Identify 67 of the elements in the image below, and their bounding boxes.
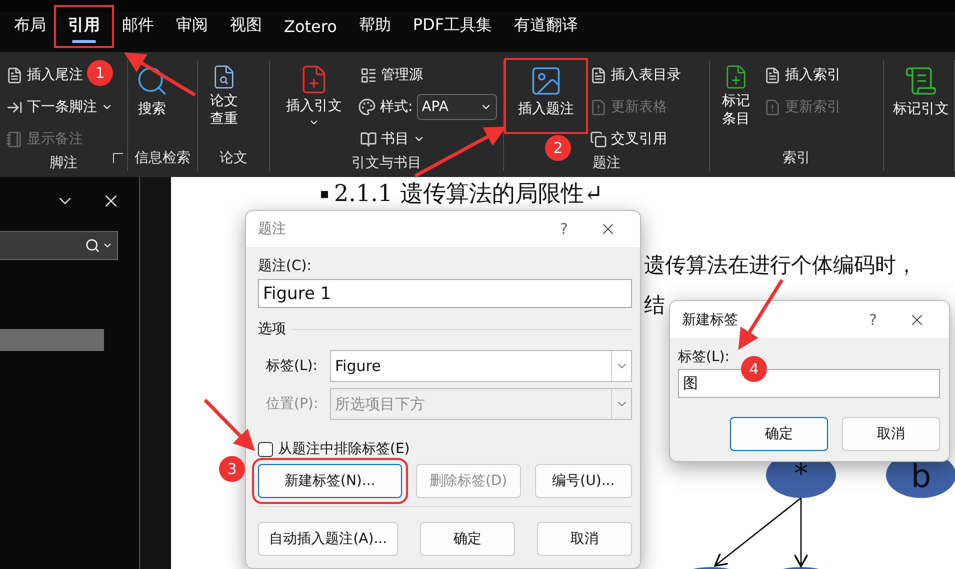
annotation-arrow xyxy=(204,398,255,451)
ribbon-button[interactable]: 插入引文 xyxy=(274,62,354,130)
search-icon xyxy=(85,238,100,253)
paragraph-line: 结 xyxy=(644,292,665,320)
ribbon-button[interactable]: 书目 xyxy=(358,124,497,154)
ribbon-button[interactable]: 搜索 xyxy=(132,62,172,130)
style-label: 样式: xyxy=(380,98,413,116)
field-label: 位置(P): xyxy=(266,395,320,413)
group-label: 题注 xyxy=(592,154,620,172)
group-label: 脚注 xyxy=(50,154,78,172)
paragraph-line: 遗传算法在进行个体编码时， xyxy=(644,252,917,280)
dialog-launcher-icon[interactable] xyxy=(113,153,123,163)
group-label: 信息检索 xyxy=(134,149,190,168)
field-label: 题注(C): xyxy=(258,257,312,275)
ribbon-button[interactable]: 标记条目 xyxy=(714,62,758,130)
field-label: 标签(L): xyxy=(266,357,318,375)
search-field[interactable] xyxy=(0,231,118,260)
dialog-button[interactable]: 取消 xyxy=(842,417,940,451)
document-icon xyxy=(590,66,607,84)
ribbon-button[interactable]: 插入表目录 xyxy=(588,60,683,90)
ribbon-button[interactable]: 标记引文 xyxy=(888,62,954,130)
help-button[interactable]: ? xyxy=(560,220,568,238)
menu-tab[interactable]: Zotero xyxy=(274,11,347,44)
dialog-button[interactable]: 编号(U)... xyxy=(534,464,632,498)
ribbon-button[interactable]: 插入题注 xyxy=(508,62,584,130)
dialog-title: 新建标签 xyxy=(682,310,738,328)
ribbon-button[interactable]: 论文查重 xyxy=(202,62,246,130)
dialog-title: 题注 xyxy=(258,220,286,238)
ribbon-button[interactable]: 插入索引 xyxy=(762,60,843,90)
bullet-icon xyxy=(321,191,328,198)
copy-icon xyxy=(590,130,607,148)
dialog-button[interactable]: 自动插入题注(A)... xyxy=(258,522,398,556)
ribbon-button[interactable]: 交叉引用 xyxy=(588,124,683,154)
menu-tab[interactable]: 有道翻译 xyxy=(504,9,588,44)
checkbox[interactable] xyxy=(258,442,273,456)
dropdown-field[interactable]: Figure xyxy=(330,350,632,382)
annotation-arrow xyxy=(738,279,784,350)
notebook-icon xyxy=(6,130,23,148)
ribbon-button[interactable]: 管理源 xyxy=(358,60,497,90)
dialog-button[interactable]: 取消 xyxy=(537,522,632,556)
document-icon xyxy=(6,66,23,84)
section-title: 选项 xyxy=(258,320,286,338)
menu-tab[interactable]: 邮件 xyxy=(112,9,164,44)
palette-icon xyxy=(358,98,376,116)
heading: 2.1.1 遗传算法的局限性↵ xyxy=(334,182,604,208)
list-icon xyxy=(360,66,377,84)
checkbox-label: 从题注中排除标签(E) xyxy=(278,440,410,458)
caption-field[interactable]: Figure 1 xyxy=(258,279,632,308)
dialog-button[interactable]: 确定 xyxy=(420,522,516,556)
annotation-arrow xyxy=(124,52,196,96)
style-select[interactable]: APA xyxy=(416,94,497,120)
field-label: 标签(L): xyxy=(678,348,730,366)
group-label: 引文与书目 xyxy=(352,154,422,172)
menu-tab[interactable]: 布局 xyxy=(4,9,56,44)
group-label: 索引 xyxy=(782,149,810,168)
help-button[interactable]: ? xyxy=(869,310,877,328)
ribbon-button[interactable]: 下一条脚注 xyxy=(4,92,115,122)
group-label: 论文 xyxy=(220,149,248,168)
menu-tab[interactable]: 审阅 xyxy=(166,9,218,44)
menu-tab[interactable]: 视图 xyxy=(220,9,272,44)
menu-tab[interactable]: 帮助 xyxy=(348,9,401,44)
menu-tab[interactable]: PDF工具集 xyxy=(402,9,502,44)
document-icon xyxy=(764,98,781,116)
document-icon xyxy=(764,66,781,84)
document-icon xyxy=(590,98,607,116)
book-icon xyxy=(360,130,377,148)
dialog-button[interactable]: 确定 xyxy=(730,417,828,451)
